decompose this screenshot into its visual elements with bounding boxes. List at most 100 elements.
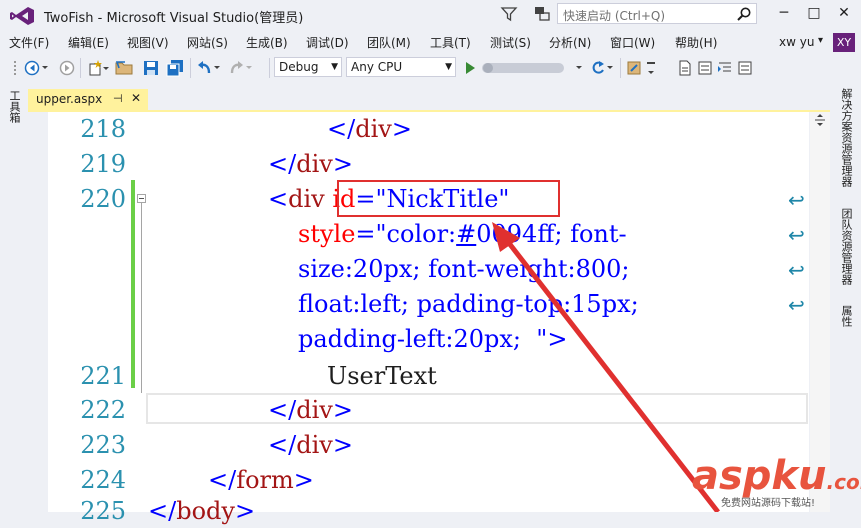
toolbar-separator (269, 58, 270, 78)
code-token: > (234, 497, 256, 525)
window-title: TwoFish - Microsoft Visual Studio(管理员) (44, 11, 304, 26)
line-number: 220 (80, 185, 126, 213)
collapse-region-icon[interactable] (137, 194, 146, 203)
chevron-down-icon[interactable]: ▼ (445, 58, 452, 76)
code-token: style (298, 220, 356, 248)
menu-analyze[interactable]: 分析(N) (549, 34, 591, 51)
code-token: > (391, 115, 412, 143)
word-wrap-glyph-icon: ↩ (788, 258, 805, 282)
maximize-button[interactable]: □ (802, 3, 826, 23)
code-line: padding-left:20px; "> (298, 322, 567, 356)
code-token: > (332, 431, 353, 459)
watermark-tld: .com (826, 470, 861, 494)
word-wrap-glyph-icon: ↩ (788, 188, 805, 212)
minimize-button[interactable]: ─ (772, 3, 796, 23)
menu-build[interactable]: 生成(B) (246, 34, 288, 51)
line-number: 224 (80, 466, 126, 494)
undo-icon[interactable] (196, 59, 224, 77)
document-icon[interactable] (676, 59, 694, 77)
document-tab-label[interactable]: upper.aspx (36, 92, 102, 106)
code-token: </ (268, 150, 297, 178)
split-editor-icon[interactable] (813, 113, 827, 127)
bookmark-icon[interactable] (736, 59, 754, 77)
platform-select[interactable]: Any CPU ▼ (346, 57, 456, 77)
solution-explorer-tab[interactable]: 解决方案资源管理器 (838, 88, 854, 187)
start-debugging-icon[interactable] (462, 59, 478, 77)
filter-icon[interactable] (500, 5, 518, 23)
close-tab-icon[interactable]: ✕ (131, 91, 141, 105)
code-token: body (176, 497, 235, 525)
outline-guide (141, 203, 142, 393)
save-icon[interactable] (142, 59, 160, 77)
code-token: padding-left:20px; " (298, 325, 548, 353)
menu-team[interactable]: 团队(M) (367, 34, 411, 51)
code-token: form (236, 466, 294, 494)
code-token: div (296, 431, 333, 459)
configuration-value[interactable]: Debug (279, 60, 318, 74)
vertical-scrollbar[interactable] (810, 112, 830, 512)
open-file-icon[interactable] (114, 59, 136, 77)
code-token: > (547, 325, 568, 353)
refresh-icon[interactable] (590, 59, 616, 77)
watermark-tagline: 免费网站源码下载站! (721, 498, 816, 509)
code-token: "color: (375, 220, 457, 248)
line-number: 222 (80, 396, 126, 424)
browser-link-icon[interactable] (626, 59, 662, 77)
code-token: </ (268, 431, 297, 459)
menu-help[interactable]: 帮助(H) (675, 34, 717, 51)
line-number: 223 (80, 431, 126, 459)
user-dropdown-icon[interactable]: ▾ (818, 35, 823, 46)
search-icon[interactable] (736, 6, 752, 22)
indent-icon[interactable] (716, 59, 734, 77)
code-token: div (355, 115, 392, 143)
save-all-icon[interactable] (165, 59, 185, 77)
redo-icon[interactable] (228, 59, 256, 77)
toolbar-grip-icon[interactable] (13, 59, 19, 77)
properties-tab[interactable]: 属性 (838, 305, 854, 327)
document-tab-upper-aspx[interactable]: upper.aspx ⊣ ✕ (28, 89, 148, 110)
code-token: </ (268, 396, 297, 424)
code-line: </form> (208, 463, 314, 497)
platform-value[interactable]: Any CPU (351, 60, 402, 74)
quick-launch-box[interactable]: 快速启动 (Ctrl+Q) (557, 3, 757, 24)
line-number: 219 (80, 150, 126, 178)
toolbar-separator (190, 58, 191, 78)
feedback-icon[interactable] (532, 5, 552, 23)
code-line: float:left; padding-top:15px; (298, 290, 639, 318)
user-name[interactable]: xw yu (779, 35, 814, 49)
new-project-icon[interactable] (87, 59, 109, 77)
menu-window[interactable]: 窗口(W) (610, 34, 655, 51)
highlight-box (337, 180, 560, 217)
team-explorer-tab[interactable]: 团队资源管理器 (838, 208, 854, 285)
code-line: UserText (327, 362, 437, 390)
menu-tools[interactable]: 工具(T) (430, 34, 471, 51)
code-line: </div> (327, 112, 412, 146)
code-line: </body> (148, 494, 255, 528)
word-wrap-glyph-icon: ↩ (788, 293, 805, 317)
browser-target-select[interactable] (480, 59, 586, 77)
menu-file[interactable]: 文件(F) (9, 34, 49, 51)
back-icon[interactable] (24, 59, 58, 77)
close-button[interactable]: ✕ (832, 3, 856, 23)
code-token: </ (148, 497, 177, 525)
menu-website[interactable]: 网站(S) (187, 34, 228, 51)
configuration-select[interactable]: Debug ▼ (274, 57, 342, 77)
forward-icon[interactable] (58, 59, 76, 77)
code-line: size:20px; font-weight:800; (298, 255, 630, 283)
menu-view[interactable]: 视图(V) (127, 34, 169, 51)
menu-test[interactable]: 测试(S) (490, 34, 531, 51)
toolbox-tab[interactable]: 工具箱 (6, 90, 22, 123)
code-token: > (332, 396, 353, 424)
quick-launch-placeholder[interactable]: 快速启动 (Ctrl+Q) (563, 7, 665, 24)
visual-studio-logo-icon (10, 7, 34, 25)
menu-edit[interactable]: 编辑(E) (68, 34, 109, 51)
watermark-brand: aspku (692, 453, 827, 499)
comment-icon[interactable] (696, 59, 714, 77)
document-tab-strip (28, 86, 830, 110)
chevron-down-icon[interactable]: ▼ (331, 58, 338, 76)
line-number: 218 (80, 115, 126, 143)
code-line: style="color:#0094ff; font- (298, 217, 627, 251)
avatar[interactable]: XY (833, 33, 855, 52)
menu-debug[interactable]: 调试(D) (306, 34, 349, 51)
pin-icon[interactable]: ⊣ (113, 92, 123, 105)
